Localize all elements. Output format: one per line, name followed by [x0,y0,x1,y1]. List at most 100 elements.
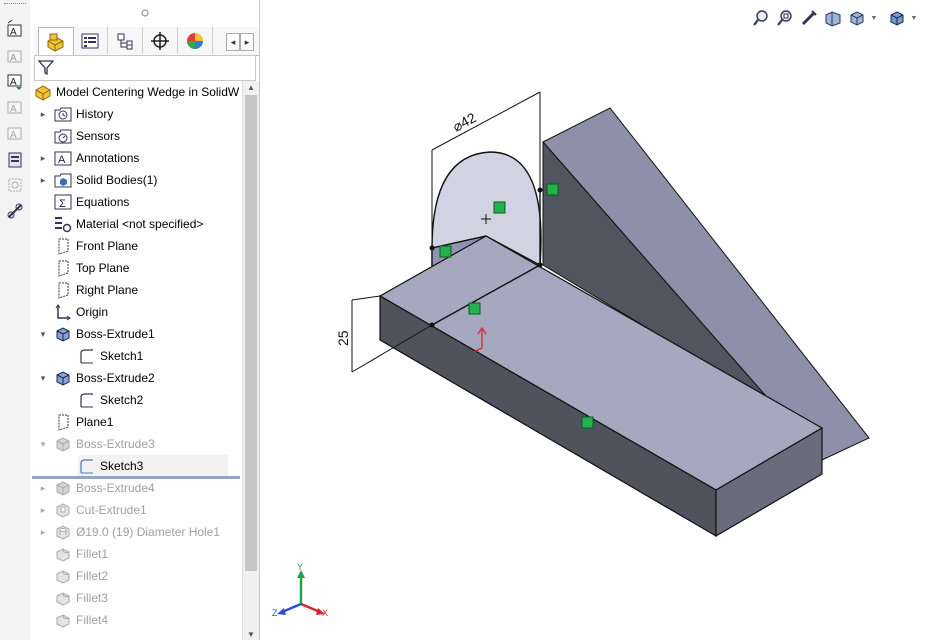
sketch-point[interactable] [429,245,435,251]
expand-solid-bodies-toggle[interactable]: ▸ [38,175,48,185]
tree-item-label: Origin [76,305,109,319]
display-manager-tab[interactable] [178,27,213,54]
tree-item-boss-extrude2[interactable]: Boss-Extrude2 [54,367,155,389]
sensors-icon [54,127,72,145]
tree-item-label: Fillet1 [76,547,109,561]
tree-item-right-plane[interactable]: Right Plane [54,279,138,301]
smart-dimension-button[interactable]: A [4,18,26,40]
svg-text:Σ: Σ [59,198,66,210]
tree-item-fillet4[interactable]: Fillet4 [54,609,108,631]
tree-item-diameter-hole1[interactable]: Ø19.0 (19) Diameter Hole1 [54,521,220,543]
reference-triad[interactable]: Y X Z [272,562,328,618]
tree-item-sketch2[interactable]: Sketch2 [78,389,143,411]
tab-scroll-right-button[interactable]: ▸ [240,33,254,51]
expand-hole1-toggle[interactable]: ▸ [38,527,48,537]
grip-dot-icon [141,9,148,17]
tree-item-label: Sketch2 [100,393,144,407]
tab-scroll-left-button[interactable]: ◂ [226,33,240,51]
tree-item-label: Solid Bodies(1) [76,173,158,187]
tree-item-sensors[interactable]: Sensors [54,125,120,147]
smart-dimension-icon: A [7,20,22,38]
surface-finish-button[interactable]: A [4,122,26,144]
tree-item-label: Fillet4 [76,613,109,627]
plane-icon [54,237,72,255]
feature-tree-root[interactable]: Model Centering Wedge in SolidW [34,81,239,103]
vertical-relation-icon[interactable] [581,416,594,429]
tree-item-label: Fillet2 [76,569,109,583]
sketch-icon [78,347,96,365]
tree-item-sketch3[interactable]: Sketch3 [78,455,228,477]
weld-symbol-button[interactable] [4,149,26,171]
tree-item-label: Annotations [76,151,140,165]
fillet-icon [54,611,72,629]
tangent-relation-icon[interactable] [546,183,559,196]
expand-history-toggle[interactable]: ▸ [38,109,48,119]
feature-tree-scrollbar[interactable]: ▲ ▼ [242,81,259,640]
collapse-boss-extrude3-toggle[interactable]: ▾ [38,439,48,449]
toolbar-grip[interactable] [4,3,26,7]
sketch-point[interactable] [429,322,435,328]
panel-grip[interactable] [30,6,259,20]
sketch-point[interactable] [537,187,543,193]
feature-manager-tab[interactable] [38,27,74,56]
tree-item-equations[interactable]: Σ Equations [54,191,129,213]
vertical-relation-icon[interactable] [493,201,506,214]
plane-icon [54,413,72,431]
tree-item-boss-extrude4[interactable]: Boss-Extrude4 [54,477,155,499]
height-dimension-text[interactable]: 25 [335,330,351,346]
triad-z-label: Z [272,608,278,618]
feature-tree-filter[interactable] [34,55,256,81]
tangent-relation-icon[interactable] [439,245,452,258]
tree-item-material[interactable]: Material <not specified> [54,213,203,235]
tree-item-fillet2[interactable]: Fillet2 [54,565,108,587]
tree-item-history[interactable]: History [54,103,113,125]
extrude-icon [54,325,72,343]
tree-item-annotations[interactable]: A Annotations [54,147,139,169]
feature-manager-icon [47,33,64,52]
expand-cut-extrude1-toggle[interactable]: ▸ [38,505,48,515]
scroll-down-icon[interactable]: ▼ [243,628,259,640]
tree-item-solid-bodies[interactable]: Solid Bodies(1) [54,169,157,191]
plane-icon [54,259,72,277]
tree-item-top-plane[interactable]: Top Plane [54,257,129,279]
coincident-relation-icon[interactable] [468,302,481,315]
tree-item-label: Material <not specified> [76,217,204,231]
configuration-manager-tab[interactable] [108,27,143,54]
collapse-boss-extrude2-toggle[interactable]: ▾ [38,373,48,383]
scroll-up-icon[interactable]: ▲ [243,81,259,93]
tree-item-front-plane[interactable]: Front Plane [54,235,138,257]
solid-bodies-icon [54,171,72,189]
sketch-point[interactable] [537,262,543,268]
left-command-toolbar: A A A A A [0,0,31,640]
plane-icon [54,281,72,299]
triad-x-label: X [322,608,328,618]
tree-item-fillet1[interactable]: Fillet1 [54,543,108,565]
dimxpert-manager-tab[interactable] [143,27,178,54]
note-button[interactable]: A [4,45,26,67]
diameter-dimension-text[interactable]: ⌀42 [450,109,479,134]
display-manager-icon [187,32,203,49]
tree-item-fillet3[interactable]: Fillet3 [54,587,108,609]
hole-icon [54,523,72,541]
tree-item-sketch1[interactable]: Sketch1 [78,345,143,367]
datum-target-button[interactable] [4,174,26,196]
surface-finish-icon: A [7,127,22,141]
scrollbar-thumb[interactable] [245,95,257,571]
tree-item-cut-extrude1[interactable]: Cut-Extrude1 [54,499,147,521]
tree-item-boss-extrude1[interactable]: Boss-Extrude1 [54,323,155,345]
balloon-button[interactable]: A [4,96,26,118]
expand-boss-extrude4-toggle[interactable]: ▸ [38,483,48,493]
expand-annotations-toggle[interactable]: ▸ [38,153,48,163]
svg-text:A: A [10,77,17,88]
collapse-boss-extrude1-toggle[interactable]: ▾ [38,329,48,339]
graphics-viewport[interactable]: ▼ ▼ ⌀42 25 Y X Z [260,0,933,640]
property-manager-tab[interactable] [73,27,108,54]
tree-item-origin[interactable]: Origin [54,301,108,323]
model-canvas: ⌀42 25 Y X Z [272,91,870,618]
tree-item-plane1[interactable]: Plane1 [54,411,113,433]
origin-icon [54,303,72,321]
fillet-icon [54,589,72,607]
tree-item-boss-extrude3[interactable]: Boss-Extrude3 [54,433,155,455]
hole-callout-button[interactable] [4,200,26,222]
auto-balloon-button[interactable]: A [4,70,26,92]
